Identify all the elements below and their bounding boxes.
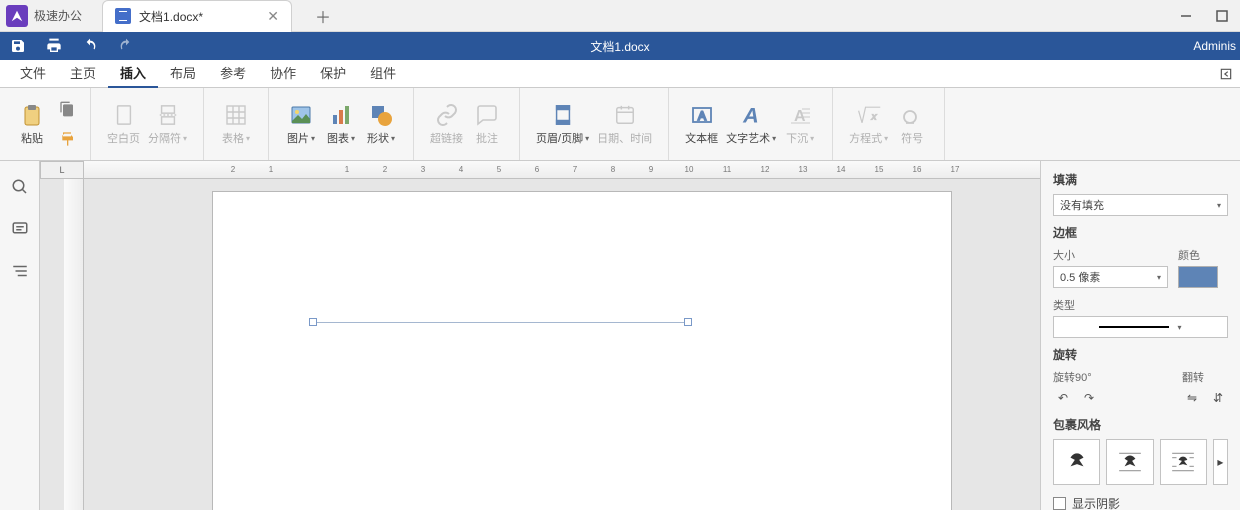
menu-bar: 文件 主页 插入 布局 参考 协作 保护 组件 xyxy=(0,60,1240,88)
minimize-button[interactable] xyxy=(1168,0,1204,32)
table-button[interactable]: 表格▾ xyxy=(216,94,256,154)
close-tab-icon[interactable]: ✕ xyxy=(267,8,279,25)
type-label: 类型 xyxy=(1053,297,1228,313)
document-page[interactable] xyxy=(212,191,952,510)
symbol-button[interactable]: 符号 xyxy=(892,94,932,154)
app-name: 极速办公 xyxy=(34,7,82,24)
border-color-swatch[interactable] xyxy=(1178,266,1218,288)
rotate-left-icon[interactable]: ↶ xyxy=(1053,388,1073,408)
image-button[interactable]: 图片▾ xyxy=(281,94,321,154)
horizontal-ruler[interactable]: 211234567891011121314151617 xyxy=(84,161,1040,179)
doc-icon xyxy=(115,8,131,24)
undo-button[interactable] xyxy=(72,32,108,60)
menu-home[interactable]: 主页 xyxy=(58,60,108,88)
color-label: 颜色 xyxy=(1178,247,1228,263)
ruler-corner: L xyxy=(40,161,84,179)
rotate90-label: 旋转90° xyxy=(1053,369,1099,385)
shadow-label: 显示阴影 xyxy=(1072,495,1120,510)
menu-protect[interactable]: 保护 xyxy=(308,60,358,88)
menu-layout[interactable]: 布局 xyxy=(158,60,208,88)
size-label: 大小 xyxy=(1053,247,1168,263)
comment-button[interactable]: 批注 xyxy=(467,94,507,154)
rotate-title: 旋转 xyxy=(1053,346,1228,363)
shape-button[interactable]: 形状▾ xyxy=(361,94,401,154)
menu-collaborate[interactable]: 协作 xyxy=(258,60,308,88)
svg-text:x: x xyxy=(870,111,877,122)
format-painter-button[interactable] xyxy=(56,128,78,150)
wrap-style-3[interactable] xyxy=(1160,439,1207,485)
copy-button[interactable] xyxy=(56,98,78,120)
search-icon[interactable] xyxy=(6,173,34,201)
wrap-more-icon[interactable]: ▸ xyxy=(1213,439,1228,485)
dropcap-button[interactable]: A 下沉▾ xyxy=(780,94,820,154)
wordart-button[interactable]: A 文字艺术▾ xyxy=(722,94,780,154)
hyperlink-button[interactable]: 超链接 xyxy=(426,94,467,154)
user-label: Adminis xyxy=(1193,39,1240,53)
document-area[interactable]: L 211234567891011121314151617 xyxy=(40,161,1040,510)
flip-horizontal-icon[interactable]: ⇋ xyxy=(1182,388,1202,408)
app-logo xyxy=(6,5,28,27)
comments-icon[interactable] xyxy=(6,215,34,243)
border-type-select[interactable]: ▾ xyxy=(1053,316,1228,338)
menu-plugins[interactable]: 组件 xyxy=(358,60,408,88)
paste-button[interactable]: 粘贴 xyxy=(12,94,52,154)
redo-button[interactable] xyxy=(108,32,144,60)
menu-insert[interactable]: 插入 xyxy=(108,60,158,88)
border-title: 边框 xyxy=(1053,224,1228,241)
wrap-title: 包裹风格 xyxy=(1053,416,1228,433)
svg-text:A: A xyxy=(742,103,759,128)
resize-handle-left[interactable] xyxy=(309,318,317,326)
maximize-button[interactable] xyxy=(1204,0,1240,32)
datetime-button[interactable]: 日期、时间 xyxy=(593,94,656,154)
resize-handle-right[interactable] xyxy=(684,318,692,326)
ribbon: 粘贴 空白页 分隔符▾ 表格▾ 图片▾ 图表▾ xyxy=(0,88,1240,161)
chart-button[interactable]: 图表▾ xyxy=(321,94,361,154)
page-break-button[interactable]: 分隔符▾ xyxy=(144,94,191,154)
fill-select[interactable]: 没有填充▾ xyxy=(1053,194,1228,216)
document-tab[interactable]: 文档1.docx* ✕ xyxy=(102,0,292,32)
headings-icon[interactable] xyxy=(6,257,34,285)
textbox-button[interactable]: A 文本框 xyxy=(681,94,722,154)
left-toolbar xyxy=(0,161,40,510)
shadow-checkbox[interactable] xyxy=(1053,497,1066,510)
header-footer-button[interactable]: 页眉/页脚▾ xyxy=(532,94,593,154)
print-button[interactable] xyxy=(36,32,72,60)
rotate-right-icon[interactable]: ↷ xyxy=(1079,388,1099,408)
save-button[interactable] xyxy=(0,32,36,60)
wrap-style-1[interactable] xyxy=(1053,439,1100,485)
blank-page-button[interactable]: 空白页 xyxy=(103,94,144,154)
tab-title: 文档1.docx* xyxy=(139,8,267,25)
fill-title: 填满 xyxy=(1053,171,1228,188)
equation-button[interactable]: x 方程式▾ xyxy=(845,94,892,154)
menu-references[interactable]: 参考 xyxy=(208,60,258,88)
border-size-select[interactable]: 0.5 像素▾ xyxy=(1053,266,1168,288)
new-tab-button[interactable]: ＋ xyxy=(310,3,336,29)
flip-vertical-icon[interactable]: ⇵ xyxy=(1208,388,1228,408)
document-title: 文档1.docx xyxy=(0,38,1240,55)
vertical-ruler[interactable] xyxy=(64,179,84,510)
svg-text:A: A xyxy=(698,109,706,123)
shape-line[interactable] xyxy=(313,322,688,323)
wrap-style-2[interactable] xyxy=(1106,439,1153,485)
menu-file[interactable]: 文件 xyxy=(8,60,58,88)
flip-label: 翻转 xyxy=(1182,369,1228,385)
format-panel: 填满 没有填充▾ 边框 大小 0.5 像素▾ 颜色 类型 ▾ 旋转 旋转90° xyxy=(1040,161,1240,510)
collapse-ribbon-icon[interactable] xyxy=(1212,60,1240,88)
